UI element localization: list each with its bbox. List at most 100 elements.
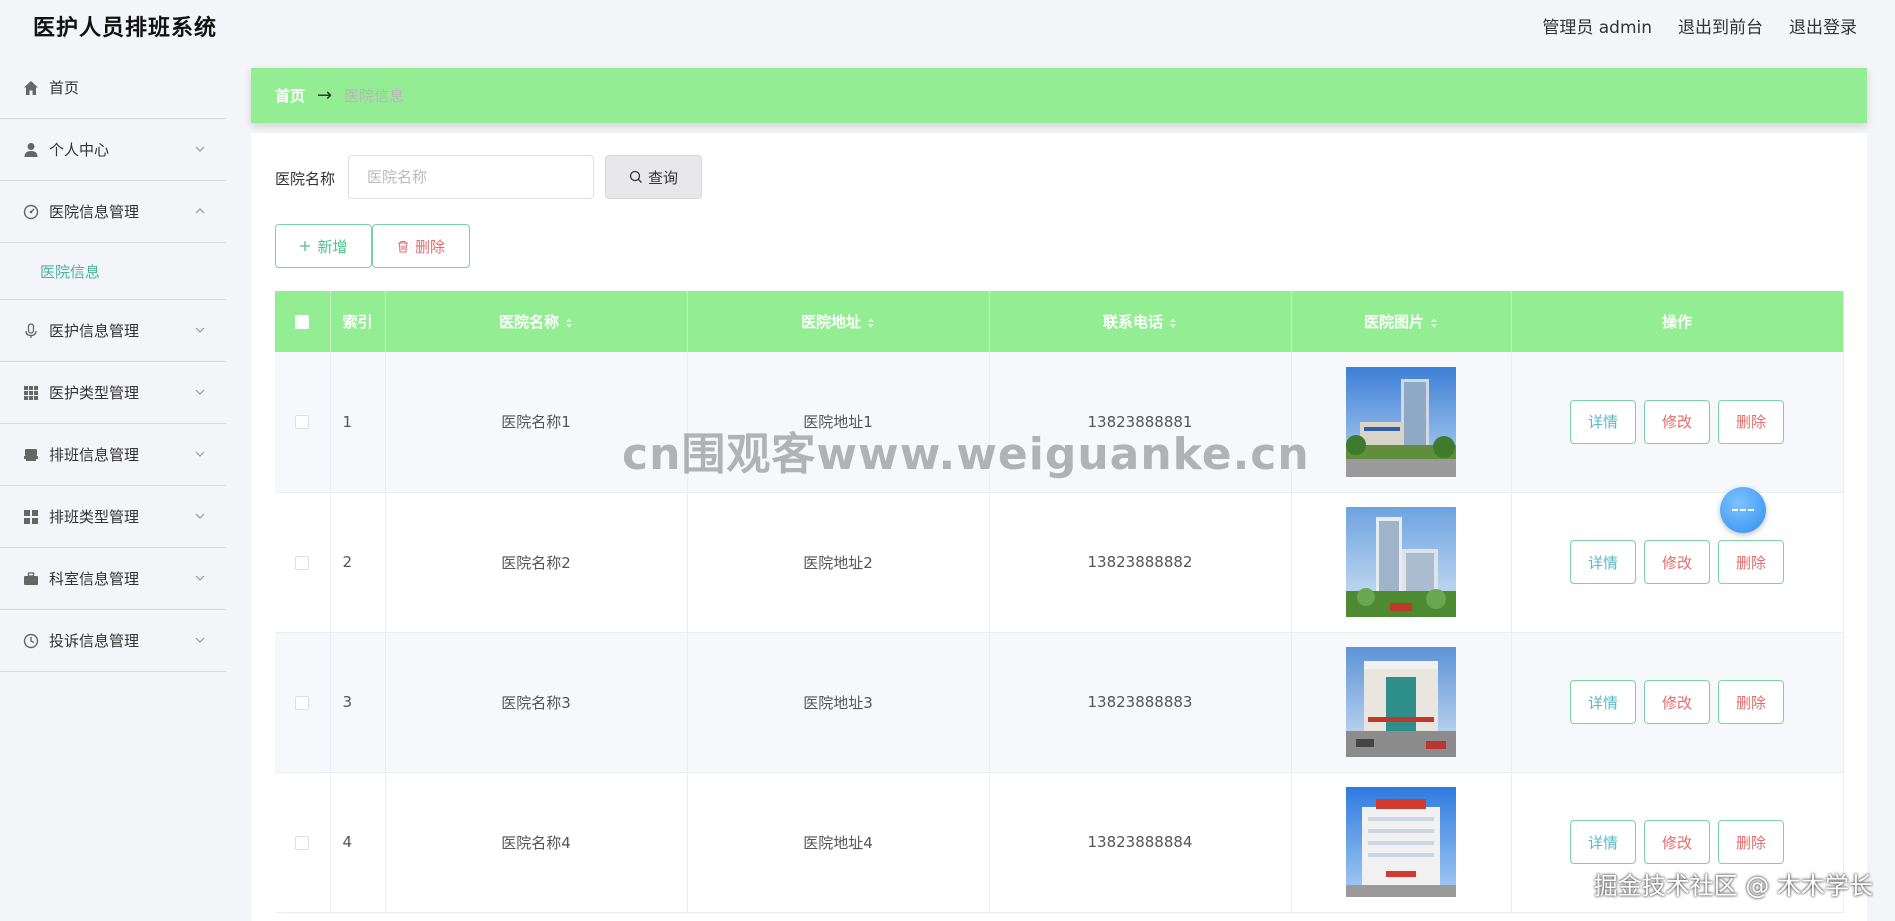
floating-assistant-button[interactable] (1720, 487, 1766, 533)
edit-button[interactable]: 修改 (1644, 540, 1710, 584)
detail-button[interactable]: 详情 (1570, 540, 1636, 584)
sidebar-item-schedule-management[interactable]: 排班信息管理 (0, 424, 226, 486)
column-header-image[interactable]: 医院图片 (1291, 291, 1512, 352)
column-header-index: 索引 (330, 291, 386, 352)
printer-icon (22, 446, 40, 464)
select-all-header[interactable] (275, 291, 331, 352)
row-image-cell (1291, 492, 1512, 633)
row-select-cell (275, 352, 331, 493)
trash-icon (397, 240, 409, 253)
edit-button[interactable]: 修改 (1644, 680, 1710, 724)
table-row: 3 医院名称3 医院地址3 13823888883 详情 修改 删除 (275, 632, 1844, 773)
batch-delete-button[interactable]: 删除 (372, 224, 470, 268)
hospital-table: 索引 医院名称 医院地址 联系电话 医院图片 操作 1 医院名称1 医院地址1 … (275, 291, 1844, 913)
top-bar: 医护人员排班系统 管理员 admin 退出到前台 退出登录 (0, 0, 1895, 50)
sidebar-item-personal-center[interactable]: 个人中心 (0, 119, 226, 181)
delete-button[interactable]: 删除 (1718, 399, 1784, 444)
detail-button[interactable]: 详情 (1570, 680, 1636, 724)
edit-button[interactable]: 修改 (1644, 820, 1710, 864)
sidebar-item-home[interactable]: 首页 (0, 57, 226, 119)
row-image-cell (1291, 352, 1512, 493)
clock-icon (22, 632, 40, 650)
row-hospital-name: 医院名称3 (385, 632, 688, 773)
user-icon (22, 141, 40, 159)
row-hospital-address: 医院地址2 (687, 492, 990, 633)
table-header-row: 索引 医院名称 医院地址 联系电话 医院图片 操作 (275, 291, 1844, 352)
row-hospital-address: 医院地址4 (687, 772, 990, 913)
breadcrumb-home[interactable]: 首页 (275, 85, 305, 106)
column-header-name[interactable]: 医院名称 (385, 291, 688, 352)
row-checkbox[interactable] (295, 695, 310, 710)
delete-button[interactable]: 删除 (1718, 540, 1784, 584)
sort-icon[interactable] (1430, 317, 1438, 329)
admin-label: 管理员 admin (1542, 18, 1652, 38)
home-icon (22, 79, 40, 97)
row-hospital-name: 医院名称4 (385, 772, 688, 913)
column-header-label: 医院名称 (498, 313, 559, 331)
row-actions-cell: 详情 修改 删除 (1511, 352, 1844, 493)
select-all-checkbox[interactable] (295, 315, 310, 329)
search-button[interactable]: 查询 (605, 155, 702, 199)
hospital-photo[interactable] (1346, 366, 1456, 477)
table-row: 1 医院名称1 医院地址1 13823888881 详情 修改 删除 (275, 352, 1844, 493)
sidebar-item-label: 医院信息管理 (49, 203, 140, 221)
breadcrumb: 首页 → 医院信息 (251, 68, 1867, 123)
hospital-photo[interactable] (1346, 647, 1456, 757)
sidebar-item-hospital-management[interactable]: 医院信息管理 (0, 181, 226, 243)
chevron-down-icon (195, 451, 205, 457)
sidebar-item-medical-staff-management[interactable]: 医护信息管理 (0, 300, 226, 362)
chevron-up-icon (195, 208, 205, 214)
exit-to-front-link[interactable]: 退出到前台 (1678, 13, 1763, 38)
row-image-cell (1291, 632, 1512, 773)
logout-link[interactable]: 退出登录 (1789, 13, 1857, 38)
sidebar-item-label: 投诉信息管理 (49, 632, 140, 650)
sidebar-subitem-hospital-info[interactable]: 医院信息 (0, 243, 226, 300)
sidebar-item-label: 医护信息管理 (49, 322, 140, 340)
hospital-name-search-input[interactable] (348, 155, 594, 199)
row-hospital-name: 医院名称1 (385, 352, 688, 493)
sidebar-item-label: 排班信息管理 (49, 446, 140, 464)
sidebar-item-schedule-type-management[interactable]: 排班类型管理 (0, 486, 226, 548)
sort-icon[interactable] (867, 317, 875, 329)
row-actions-cell: 详情 修改 删除 (1511, 632, 1844, 773)
row-checkbox[interactable] (295, 555, 310, 570)
edit-button[interactable]: 修改 (1644, 399, 1710, 444)
row-actions-cell: 详情 修改 删除 (1511, 772, 1844, 913)
plus-icon (299, 240, 311, 252)
column-header-phone[interactable]: 联系电话 (989, 291, 1292, 352)
sidebar-item-complaint-management[interactable]: 投诉信息管理 (0, 610, 226, 672)
sidebar-item-department-management[interactable]: 科室信息管理 (0, 548, 226, 610)
column-header-address[interactable]: 医院地址 (687, 291, 990, 352)
breadcrumb-current: 医院信息 (344, 87, 405, 105)
sidebar-subitem-label: 医院信息 (40, 262, 101, 281)
row-checkbox[interactable] (295, 835, 310, 850)
row-hospital-address: 医院地址1 (687, 352, 990, 493)
top-links: 管理员 admin 退出到前台 退出登录 (1542, 13, 1857, 38)
row-phone: 13823888881 (989, 352, 1292, 493)
grid-icon (22, 384, 40, 402)
delete-button[interactable]: 删除 (1718, 680, 1784, 724)
search-label: 医院名称 (275, 170, 336, 188)
hospital-photo[interactable] (1346, 787, 1456, 897)
sidebar-item-label: 排班类型管理 (49, 508, 140, 526)
sidebar-item-label: 医护类型管理 (49, 384, 140, 402)
row-checkbox[interactable] (295, 415, 310, 430)
batch-delete-label: 删除 (414, 237, 445, 256)
delete-button[interactable]: 删除 (1718, 820, 1784, 864)
row-phone: 13823888883 (989, 632, 1292, 773)
row-hospital-name: 医院名称2 (385, 492, 688, 633)
app-title: 医护人员排班系统 (33, 16, 218, 41)
detail-button[interactable]: 详情 (1570, 820, 1636, 864)
column-header-label: 医院图片 (1363, 313, 1424, 331)
sort-icon[interactable] (565, 317, 573, 329)
row-index: 1 (330, 352, 386, 493)
briefcase-icon (22, 570, 40, 588)
hospital-photo[interactable] (1346, 507, 1456, 617)
column-header-label: 医院地址 (800, 313, 861, 331)
column-header-actions: 操作 (1511, 291, 1844, 352)
add-button[interactable]: 新增 (275, 224, 372, 268)
sort-icon[interactable] (1169, 317, 1177, 329)
sidebar-item-medical-type-management[interactable]: 医护类型管理 (0, 362, 226, 424)
row-index: 4 (330, 772, 386, 913)
detail-button[interactable]: 详情 (1570, 399, 1636, 444)
